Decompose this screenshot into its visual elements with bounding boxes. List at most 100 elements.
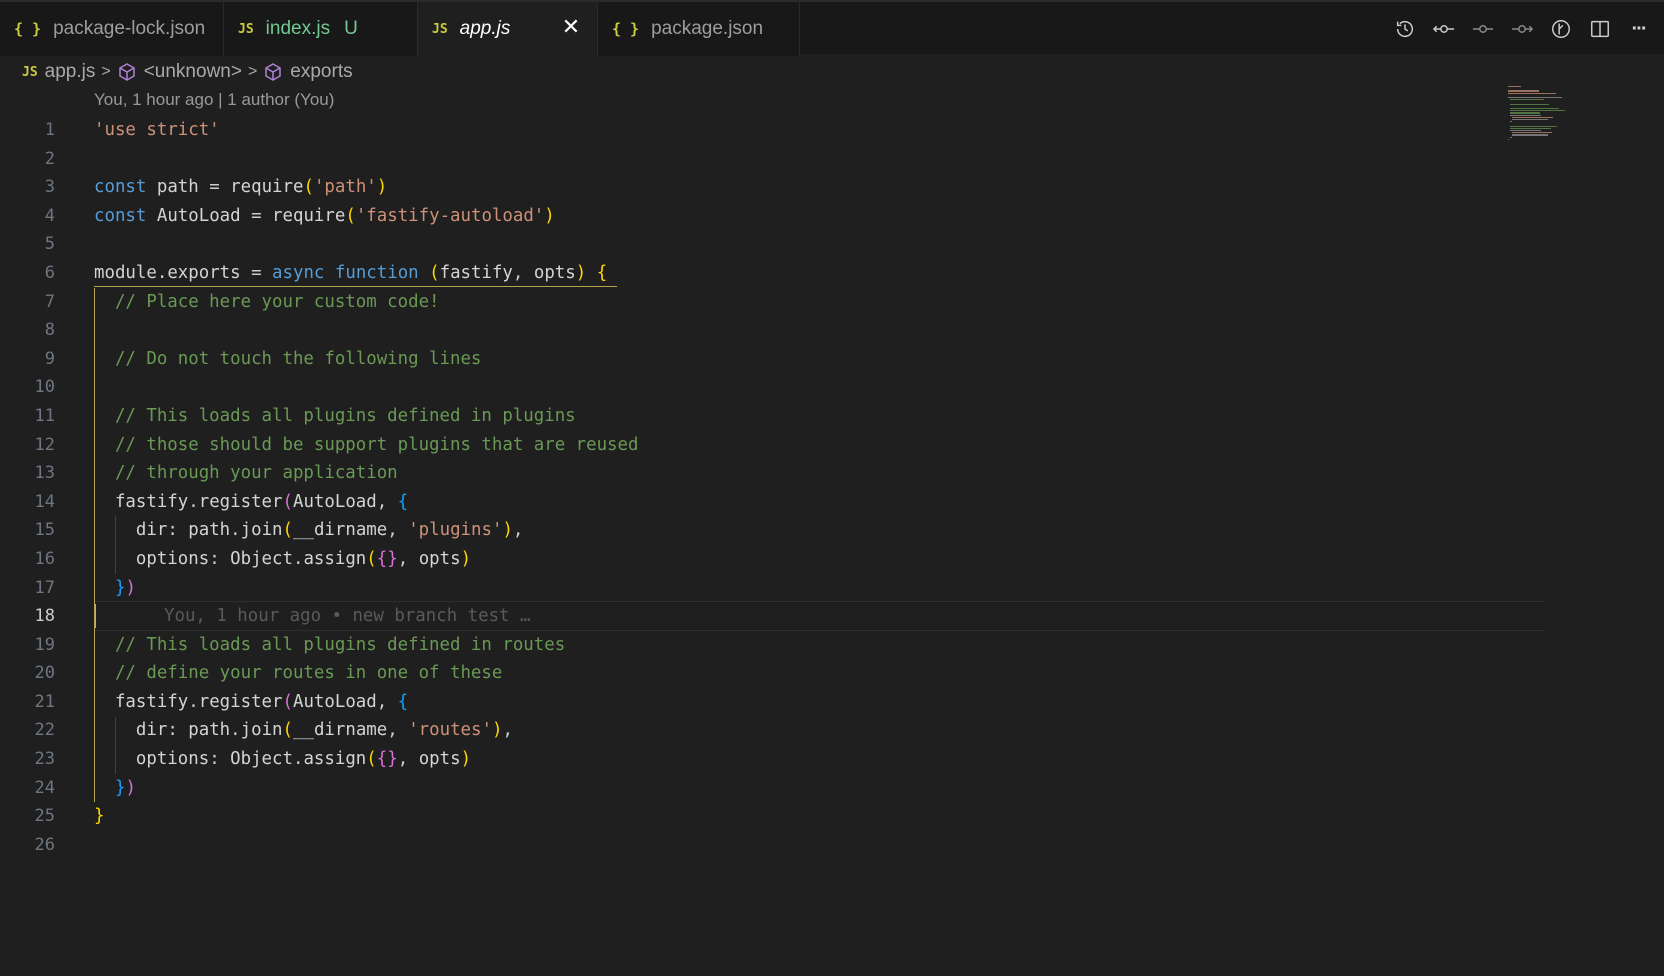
code-line[interactable]: 13 // through your application bbox=[0, 459, 1545, 488]
minimap-line bbox=[1510, 99, 1545, 101]
code-line[interactable]: 3 const path = require('path') bbox=[0, 173, 1545, 202]
minimap-line bbox=[1510, 110, 1566, 112]
split-editor-icon[interactable] bbox=[1580, 14, 1619, 44]
bracket-scope-guide bbox=[94, 287, 95, 803]
minimap-line bbox=[1512, 119, 1548, 121]
minimap-line bbox=[1508, 138, 1510, 140]
inline-blame-annotation[interactable]: You, 1 hour ago • new branch test … bbox=[164, 602, 530, 631]
tab-package-json[interactable]: { } package.json bbox=[598, 2, 800, 56]
minimap-line bbox=[1508, 90, 1539, 92]
code-text: }) bbox=[114, 777, 136, 798]
line-number: 3 bbox=[44, 177, 55, 198]
code-line[interactable]: 11 // This loads all plugins defined in … bbox=[0, 402, 1545, 431]
code-line[interactable]: 10 bbox=[0, 373, 1545, 402]
tab-label: package-lock.json bbox=[53, 18, 206, 39]
breadcrumb-label: exports bbox=[290, 61, 353, 82]
code-text: fastify.register(AutoLoad, { bbox=[114, 691, 409, 712]
tab-index-js[interactable]: JS index.js U bbox=[224, 2, 418, 56]
minimap[interactable] bbox=[1508, 86, 1628, 146]
line-number: 1 bbox=[44, 120, 55, 140]
bracket-scope-highlight bbox=[94, 285, 617, 288]
code-line[interactable]: 5 bbox=[0, 230, 1545, 259]
minimap-line bbox=[1512, 116, 1554, 118]
code-text: // those should be support plugins that … bbox=[114, 434, 639, 455]
line-number: 2 bbox=[44, 148, 55, 169]
code-editor[interactable]: 1'use strict' 2 3 const path = require('pat… bbox=[0, 116, 1545, 859]
line-number: 17 bbox=[34, 577, 55, 598]
minimap-line bbox=[1508, 97, 1562, 99]
code-line[interactable]: 24 }) bbox=[0, 774, 1545, 803]
code-line[interactable]: 16 options: Object.assign({}, opts) bbox=[0, 545, 1545, 574]
code-text: // This loads all plugins defined in rou… bbox=[114, 634, 566, 655]
line-number: 18 bbox=[34, 606, 55, 627]
close-tab-icon[interactable]: ✕ bbox=[559, 15, 583, 39]
code-line[interactable]: 21 fastify.register(AutoLoad, { bbox=[0, 688, 1545, 717]
code-line[interactable]: 15 dir: path.join(__dirname, 'plugins'), bbox=[0, 516, 1545, 545]
breadcrumb-symbol-unknown[interactable]: <unknown> bbox=[117, 61, 242, 83]
minimap-line bbox=[1508, 86, 1522, 88]
code-line[interactable]: 2 bbox=[0, 145, 1545, 174]
code-text: } bbox=[94, 806, 105, 827]
json-icon: { } bbox=[14, 20, 42, 38]
code-line[interactable]: 9 // Do not touch the following lines bbox=[0, 345, 1545, 374]
more-actions-icon[interactable]: ··· bbox=[1619, 14, 1658, 44]
minimap-line bbox=[1510, 108, 1559, 110]
minimap-line bbox=[1508, 92, 1557, 94]
indent-guide bbox=[114, 516, 116, 574]
line-number: 14 bbox=[34, 491, 55, 512]
line-number: 12 bbox=[34, 434, 55, 455]
git-commit-icon[interactable] bbox=[1463, 14, 1502, 44]
code-text: 'use strict' bbox=[94, 120, 220, 140]
tab-label: app.js bbox=[459, 18, 511, 39]
code-line[interactable]: 6 module.exports = async function (fastif… bbox=[0, 259, 1545, 288]
git-blame-codelens[interactable]: You, 1 hour ago | 1 author (You) bbox=[94, 90, 334, 110]
code-text: const path = require('path') bbox=[94, 177, 388, 198]
code-line[interactable]: 19 // This loads all plugins defined in … bbox=[0, 631, 1545, 660]
line-number: 23 bbox=[34, 749, 55, 770]
editor-tab-bar: { } package-lock.json JS index.js U JS a… bbox=[0, 0, 1664, 56]
tab-package-lock-json[interactable]: { } package-lock.json bbox=[0, 2, 224, 56]
module-symbol-icon bbox=[117, 62, 137, 82]
code-line[interactable]: 18 You, 1 hour ago • new branch test … bbox=[0, 601, 1545, 632]
breadcrumb-file[interactable]: JS app.js bbox=[22, 61, 95, 83]
code-line[interactable]: 17 }) bbox=[0, 574, 1545, 603]
line-number: 24 bbox=[34, 777, 55, 798]
minimap-line bbox=[1510, 125, 1558, 127]
code-text: // Do not touch the following lines bbox=[114, 348, 482, 369]
code-line[interactable]: 20 // define your routes in one of these bbox=[0, 659, 1545, 688]
code-line[interactable]: 23 options: Object.assign({}, opts) bbox=[0, 745, 1545, 774]
code-line[interactable]: 8 bbox=[0, 316, 1545, 345]
breadcrumb-symbol-exports[interactable]: exports bbox=[263, 61, 353, 83]
tab-app-js[interactable]: JS app.js ✕ bbox=[418, 2, 598, 56]
line-number: 20 bbox=[34, 663, 55, 684]
minimap-line bbox=[1512, 134, 1548, 136]
breadcrumb-label: app.js bbox=[44, 61, 96, 82]
code-line[interactable]: 22 dir: path.join(__dirname, 'routes'), bbox=[0, 716, 1545, 745]
minimap-line bbox=[1510, 136, 1513, 138]
git-lens-icon[interactable] bbox=[1541, 14, 1580, 44]
line-number: 26 bbox=[34, 834, 55, 855]
code-line[interactable]: 26 bbox=[0, 831, 1545, 860]
code-line[interactable]: 1 'use strict' bbox=[0, 116, 1545, 145]
line-number: 15 bbox=[34, 520, 55, 541]
minimap-line bbox=[1510, 127, 1551, 129]
breadcrumb: JS app.js > <unknown> > exports bbox=[0, 54, 1664, 90]
git-next-icon[interactable] bbox=[1502, 14, 1541, 44]
code-line[interactable]: 12 // those should be support plugins th… bbox=[0, 431, 1545, 460]
code-text: dir: path.join(__dirname, 'routes'), bbox=[135, 720, 513, 741]
line-number: 10 bbox=[34, 377, 55, 398]
git-compare-icon[interactable] bbox=[1424, 14, 1463, 44]
line-number: 6 bbox=[44, 262, 55, 283]
chevron-right-icon: > bbox=[101, 63, 111, 80]
line-number: 7 bbox=[44, 291, 55, 312]
editor-actions: ··· bbox=[1385, 14, 1658, 44]
code-line[interactable]: 14 fastify.register(AutoLoad, { bbox=[0, 488, 1545, 517]
code-line[interactable]: 7 // Place here your custom code! bbox=[0, 288, 1545, 317]
javascript-icon: JS bbox=[432, 21, 448, 37]
code-line[interactable]: 25} bbox=[0, 802, 1545, 831]
code-line[interactable]: 4 const AutoLoad = require('fastify-autol… bbox=[0, 202, 1545, 231]
code-text: const AutoLoad = require('fastify-autolo… bbox=[94, 205, 555, 226]
code-text: // through your application bbox=[114, 463, 398, 484]
timeline-icon[interactable] bbox=[1385, 14, 1424, 44]
code-text: fastify.register(AutoLoad, { bbox=[114, 491, 409, 512]
